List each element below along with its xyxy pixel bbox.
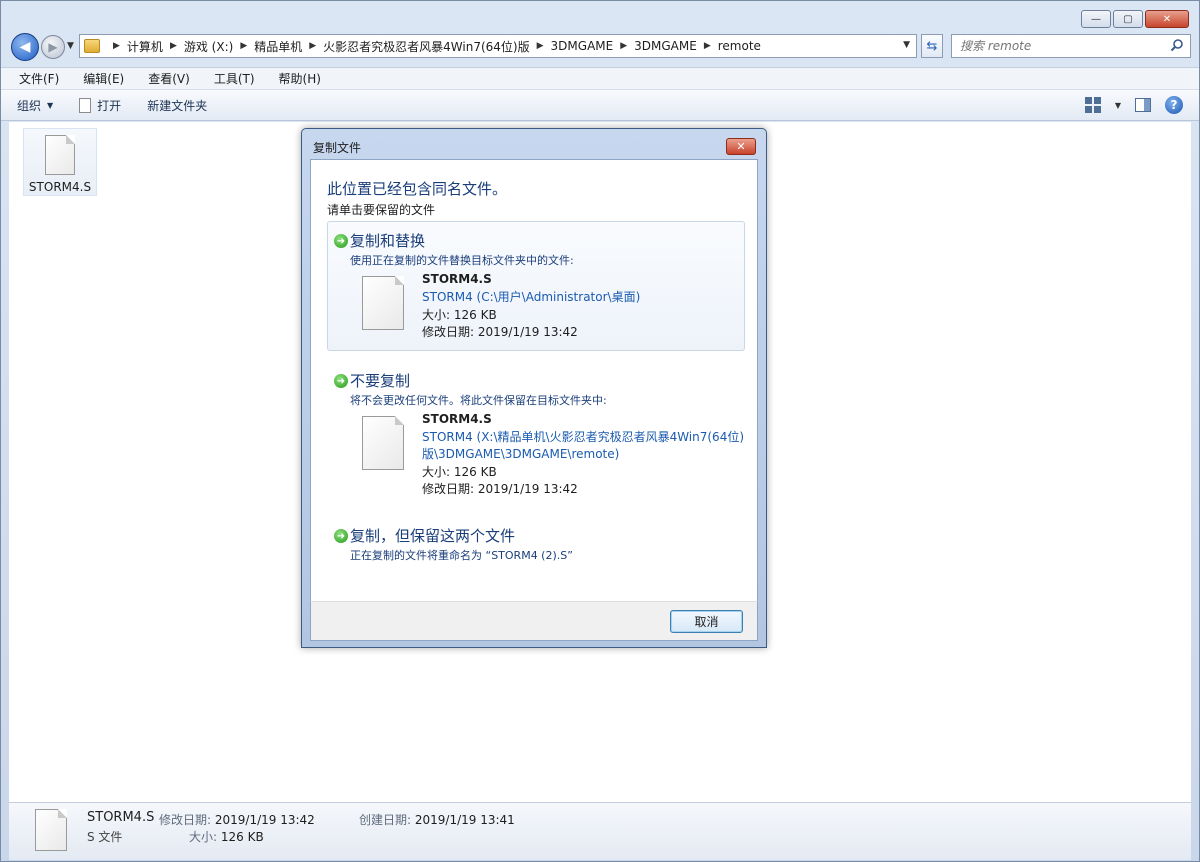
recent-pages-dropdown-icon[interactable]: ▼ bbox=[67, 41, 74, 51]
chevron-down-icon: ▼ bbox=[47, 100, 54, 110]
dialog-footer: 取消 bbox=[310, 601, 758, 641]
command-bar: 组织 ▼ 打开 新建文件夹 ▼ ? bbox=[1, 89, 1199, 121]
chevron-right-icon[interactable]: ▶ bbox=[704, 41, 711, 51]
details-pane: STORM4.S S 文件 修改日期: 2019/1/19 13:42 大小: … bbox=[9, 802, 1191, 860]
details-created-label: 创建日期: bbox=[359, 813, 412, 827]
search-icon[interactable] bbox=[1170, 38, 1184, 52]
address-bar[interactable]: ▶ 计算机 ▶ 游戏 (X:) ▶ 精品单机 ▶ 火影忍者究极忍者风暴4Win7… bbox=[79, 34, 917, 58]
address-dropdown-icon[interactable]: ▼ bbox=[903, 40, 910, 50]
breadcrumb-folder[interactable]: 精品单机 bbox=[254, 38, 302, 55]
search-box[interactable] bbox=[951, 34, 1191, 58]
chevron-right-icon[interactable]: ▶ bbox=[620, 41, 627, 51]
file-name: STORM4.S bbox=[422, 412, 492, 426]
chevron-down-icon[interactable]: ▼ bbox=[1115, 101, 1121, 110]
menu-edit[interactable]: 编辑(E) bbox=[77, 68, 130, 89]
menu-help[interactable]: 帮助(H) bbox=[273, 68, 327, 89]
details-modified: 修改日期: 2019/1/19 13:42 bbox=[159, 811, 315, 828]
details-size: 大小: 126 KB bbox=[189, 828, 264, 845]
file-size: 大小: 126 KB bbox=[422, 308, 497, 322]
document-icon bbox=[362, 276, 404, 330]
dialog-heading: 此位置已经包含同名文件。 bbox=[327, 180, 508, 198]
document-icon bbox=[45, 135, 75, 175]
option-description: 使用正在复制的文件替换目标文件夹中的文件: bbox=[350, 254, 574, 267]
organize-button[interactable]: 组织 ▼ bbox=[17, 97, 53, 114]
breadcrumb-computer[interactable]: 计算机 bbox=[127, 38, 163, 55]
option-do-not-copy[interactable]: ➜ 不要复制 将不会更改任何文件。将此文件保留在目标文件夹中: STORM4.S… bbox=[327, 361, 745, 501]
command-bar-right: ▼ ? bbox=[1084, 96, 1183, 114]
details-created-value: 2019/1/19 13:41 bbox=[414, 813, 515, 827]
cancel-button[interactable]: 取消 bbox=[670, 610, 743, 633]
chevron-right-icon[interactable]: ▶ bbox=[309, 41, 316, 51]
change-view-icon[interactable] bbox=[1084, 97, 1101, 113]
dialog-close-button[interactable]: ✕ bbox=[726, 138, 756, 155]
open-button[interactable]: 打开 bbox=[79, 97, 121, 114]
breadcrumb-current[interactable]: remote bbox=[718, 39, 761, 53]
details-file-name: STORM4.S bbox=[87, 810, 155, 825]
chevron-right-icon[interactable]: ▶ bbox=[113, 41, 120, 51]
maximize-button[interactable]: ▢ bbox=[1113, 10, 1143, 28]
dialog-instruction: 请单击要保留的文件 bbox=[327, 203, 436, 217]
details-created: 创建日期: 2019/1/19 13:41 bbox=[359, 811, 515, 828]
dialog-title: 复制文件 bbox=[313, 141, 362, 155]
document-icon bbox=[35, 809, 67, 851]
navigation-bar: ◀ ▶ ▼ ▶ 计算机 ▶ 游戏 (X:) ▶ 精品单机 ▶ 火影忍者究极忍者风… bbox=[1, 29, 1199, 65]
chevron-right-icon[interactable]: ▶ bbox=[170, 41, 177, 51]
window-controls: — ▢ ✕ bbox=[1081, 10, 1189, 28]
back-button[interactable]: ◀ bbox=[11, 33, 39, 61]
option-copy-and-replace[interactable]: ➜ 复制和替换 使用正在复制的文件替换目标文件夹中的文件: STORM4.S S… bbox=[327, 221, 745, 351]
open-label: 打开 bbox=[97, 98, 122, 113]
refresh-button[interactable]: ⇆ bbox=[921, 34, 943, 58]
file-modified: 修改日期: 2019/1/19 13:42 bbox=[422, 482, 578, 496]
folder-icon bbox=[84, 39, 100, 53]
document-icon bbox=[362, 416, 404, 470]
file-path: STORM4 (X:\精品单机\火影忍者究极忍者风暴4Win7(64位)版\3D… bbox=[422, 430, 745, 461]
new-folder-button[interactable]: 新建文件夹 bbox=[147, 97, 207, 114]
dialog-body: 此位置已经包含同名文件。 请单击要保留的文件 ➜ 复制和替换 使用正在复制的文件… bbox=[310, 159, 758, 601]
details-size-label: 大小: bbox=[189, 830, 218, 844]
green-arrow-icon: ➜ bbox=[334, 374, 348, 388]
option-title: 复制和替换 bbox=[350, 232, 426, 250]
option-description: 正在复制的文件将重命名为 “STORM4 (2).S” bbox=[350, 549, 573, 562]
green-arrow-icon: ➜ bbox=[334, 234, 348, 248]
chevron-right-icon[interactable]: ▶ bbox=[240, 41, 247, 51]
document-icon bbox=[79, 97, 92, 113]
help-icon[interactable]: ? bbox=[1165, 96, 1183, 114]
copy-file-dialog: 复制文件 ✕ 此位置已经包含同名文件。 请单击要保留的文件 ➜ 复制和替换 使用… bbox=[301, 128, 767, 648]
breadcrumb-drive[interactable]: 游戏 (X:) bbox=[184, 38, 233, 55]
menu-file[interactable]: 文件(F) bbox=[13, 68, 65, 89]
details-modified-value: 2019/1/19 13:42 bbox=[214, 813, 315, 827]
file-name: STORM4.S bbox=[28, 180, 92, 194]
breadcrumb-folder[interactable]: 3DMGAME bbox=[634, 39, 697, 53]
breadcrumb-folder[interactable]: 3DMGAME bbox=[551, 39, 614, 53]
chevron-right-icon[interactable]: ▶ bbox=[537, 41, 544, 51]
minimize-button[interactable]: — bbox=[1081, 10, 1111, 28]
preview-pane-icon[interactable] bbox=[1135, 98, 1151, 112]
file-name: STORM4.S bbox=[422, 272, 492, 286]
organize-label: 组织 bbox=[17, 98, 42, 113]
forward-button[interactable]: ▶ bbox=[41, 35, 65, 59]
new-folder-label: 新建文件夹 bbox=[147, 98, 208, 113]
file-modified: 修改日期: 2019/1/19 13:42 bbox=[422, 325, 578, 339]
option-title: 不要复制 bbox=[350, 372, 411, 390]
option-description: 将不会更改任何文件。将此文件保留在目标文件夹中: bbox=[350, 394, 607, 407]
option-keep-both[interactable]: ➜ 复制，但保留这两个文件 正在复制的文件将重命名为 “STORM4 (2).S… bbox=[327, 516, 745, 566]
green-arrow-icon: ➜ bbox=[334, 529, 348, 543]
details-modified-label: 修改日期: bbox=[159, 813, 212, 827]
file-size: 大小: 126 KB bbox=[422, 465, 497, 479]
details-size-value: 126 KB bbox=[220, 830, 264, 844]
details-file-type: S 文件 bbox=[87, 830, 123, 844]
breadcrumb-folder[interactable]: 火影忍者究极忍者风暴4Win7(64位)版 bbox=[323, 38, 529, 55]
menu-view[interactable]: 查看(V) bbox=[142, 68, 196, 89]
menu-bar: 文件(F) 编辑(E) 查看(V) 工具(T) 帮助(H) bbox=[1, 67, 1199, 89]
file-item[interactable]: STORM4.S bbox=[23, 128, 97, 196]
file-path: STORM4 (C:\用户\Administrator\桌面) bbox=[422, 290, 641, 304]
title-bar: — ▢ ✕ bbox=[1, 1, 1199, 29]
option-title: 复制，但保留这两个文件 bbox=[350, 527, 516, 545]
menu-tools[interactable]: 工具(T) bbox=[208, 68, 261, 89]
search-input[interactable] bbox=[952, 35, 1162, 57]
close-button[interactable]: ✕ bbox=[1145, 10, 1189, 28]
